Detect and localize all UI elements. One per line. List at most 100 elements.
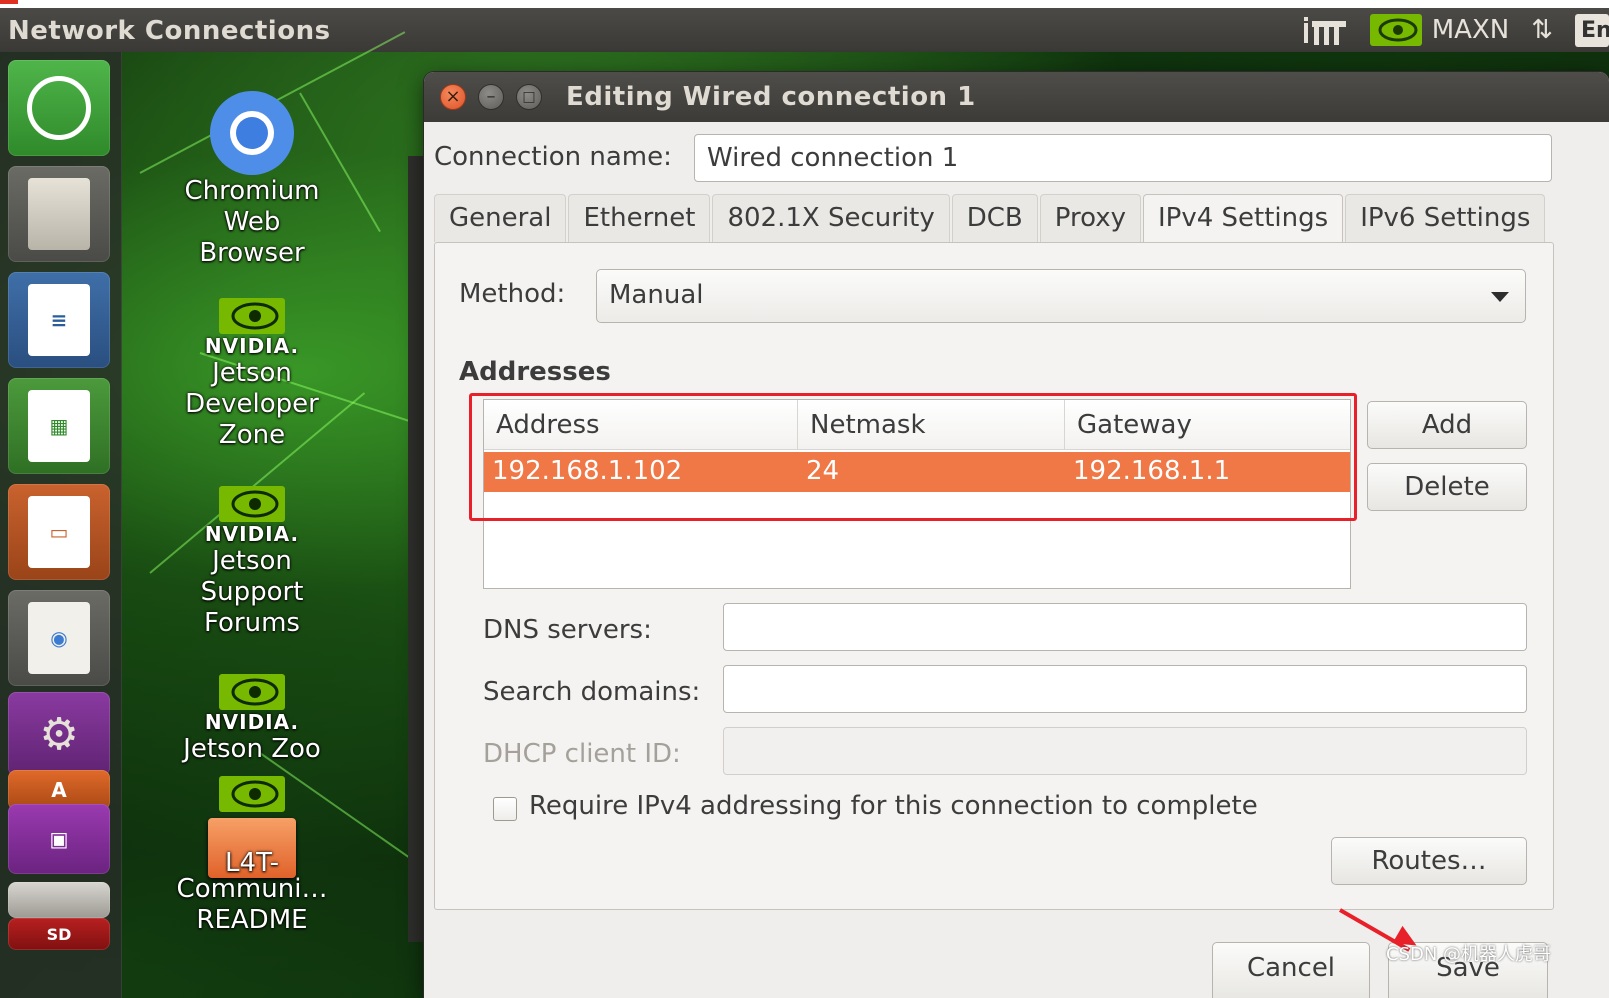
desktop-icon-label: Jetson: [212, 358, 292, 388]
cancel-button[interactable]: Cancel: [1212, 942, 1370, 998]
cell-netmask[interactable]: 24: [798, 452, 1065, 492]
column-header-netmask[interactable]: Netmask: [798, 400, 1065, 450]
calc-button[interactable]: ▦: [8, 378, 110, 474]
calc-spreadsheet-icon: ▦: [28, 390, 90, 462]
method-label: Method:: [459, 279, 566, 309]
desktop-icon-community-readme[interactable]: L4T- Communi… README: [152, 776, 352, 936]
chevron-down-icon: [1491, 292, 1509, 302]
connection-name-input[interactable]: Wired connection 1: [694, 134, 1552, 182]
sd-card-icon: SD: [46, 924, 72, 944]
dash-home-button[interactable]: [8, 60, 110, 156]
desktop-icon-chromium[interactable]: Chromium Web Browser: [152, 90, 352, 269]
panel-indicators: MAXN ⇅ En: [1302, 8, 1609, 52]
desktop-icon-label: Support: [200, 577, 304, 607]
updater-icon: A: [51, 778, 67, 802]
top-strip: [0, 0, 1609, 8]
delete-button[interactable]: Delete: [1367, 463, 1527, 511]
minimize-button[interactable]: –: [478, 84, 504, 110]
method-value: Manual: [609, 280, 704, 310]
shopping-bag-icon: ◉: [28, 602, 90, 674]
desktop-icon-overlay-text: L4T-: [225, 848, 279, 878]
keyboard-layout-indicator[interactable]: En: [1575, 13, 1609, 47]
dhcp-client-id-label: DHCP client ID:: [483, 739, 681, 769]
tab-dcb[interactable]: DCB: [951, 194, 1038, 242]
settings-button[interactable]: ⚙: [8, 692, 110, 776]
nvidia-eye-icon: [219, 674, 285, 710]
desktop-icon-label: Developer: [185, 389, 319, 419]
dns-servers-input[interactable]: [723, 603, 1527, 651]
desktop-icon-jetson-developer-zone[interactable]: NVIDIA. Jetson Developer Zone: [152, 298, 352, 451]
jetson-stats-icon[interactable]: [1302, 13, 1348, 47]
desktop-icon-label: Web: [223, 207, 281, 237]
writer-button[interactable]: ≡: [8, 272, 110, 368]
maximize-button[interactable]: □: [516, 84, 542, 110]
folder-overlay: L4T-: [152, 812, 352, 882]
ipv4-settings-pane: Method: Manual Addresses Address Netmask…: [434, 242, 1554, 910]
nvidia-eye-icon: [219, 486, 285, 522]
desktop-icon-label: Forums: [204, 608, 300, 638]
nvidia-wordmark: NVIDIA.: [204, 334, 300, 358]
impress-slide-icon: ▭: [28, 496, 90, 568]
launcher: ≡ ▦ ▭ ◉ ⚙ A ▣ SD: [0, 52, 122, 998]
table-header: Address Netmask Gateway: [484, 400, 1350, 450]
desktop-icon-jetson-zoo[interactable]: NVIDIA. Jetson Zoo: [152, 674, 352, 765]
desktop-icon-label: Jetson Zoo: [183, 734, 321, 764]
method-dropdown[interactable]: Manual: [596, 269, 1526, 323]
table-row[interactable]: 192.168.1.102 24 192.168.1.1: [484, 452, 1350, 492]
dns-servers-label: DNS servers:: [483, 615, 652, 645]
nvidia-wordmark: NVIDIA.: [204, 522, 300, 546]
tab-general[interactable]: General: [434, 194, 567, 242]
panel-window-title: Network Connections: [8, 16, 331, 46]
nvidia-power-mode[interactable]: MAXN: [1369, 14, 1509, 46]
cell-address[interactable]: 192.168.1.102: [484, 452, 798, 492]
cell-gateway[interactable]: 192.168.1.1: [1065, 452, 1350, 492]
tab-ipv4-settings[interactable]: IPv4 Settings: [1143, 194, 1344, 244]
desktop-icon-label: Browser: [199, 238, 305, 268]
edit-connection-dialog: × – □ Editing Wired connection 1 Connect…: [424, 72, 1609, 998]
monitors-icon: ▣: [49, 827, 69, 851]
top-panel: Network Connections MAXN ⇅ En: [0, 8, 1609, 52]
nvidia-eye-icon: [219, 776, 285, 812]
addresses-heading: Addresses: [459, 357, 611, 387]
remote-desktop-button[interactable]: ▣: [8, 804, 110, 874]
desktop-icon-label: Jetson: [212, 546, 292, 576]
search-domains-input[interactable]: [723, 665, 1527, 713]
drive-icon: [28, 885, 90, 915]
desktop-icon-label: Zone: [218, 420, 286, 450]
sd-card-button[interactable]: SD: [8, 918, 110, 950]
watermark: CSDN @机器人虎哥: [1386, 944, 1552, 965]
routes-button[interactable]: Routes…: [1331, 837, 1527, 885]
dialog-titlebar: × – □ Editing Wired connection 1: [424, 72, 1609, 122]
software-button[interactable]: ◉: [8, 590, 110, 686]
column-header-gateway[interactable]: Gateway: [1065, 400, 1350, 450]
search-domains-label: Search domains:: [483, 677, 701, 707]
require-ipv4-checkbox[interactable]: [493, 797, 517, 821]
desktop-icon-label: README: [196, 905, 308, 935]
nvidia-eye-icon: [219, 298, 285, 334]
tab-ipv6-settings[interactable]: IPv6 Settings: [1345, 194, 1546, 242]
files-button[interactable]: [8, 166, 110, 262]
impress-button[interactable]: ▭: [8, 484, 110, 580]
settings-tabs: General Ethernet 802.1X Security DCB Pro…: [434, 194, 1547, 244]
file-cabinet-icon: [28, 178, 90, 250]
tab-8021x-security[interactable]: 802.1X Security: [712, 194, 950, 242]
dialog-title: Editing Wired connection 1: [566, 82, 976, 112]
nvidia-wordmark: NVIDIA.: [204, 710, 300, 734]
tab-proxy[interactable]: Proxy: [1039, 194, 1141, 242]
column-header-address[interactable]: Address: [484, 400, 798, 450]
add-button[interactable]: Add: [1367, 401, 1527, 449]
tab-ethernet[interactable]: Ethernet: [568, 194, 711, 242]
addresses-table[interactable]: Address Netmask Gateway 192.168.1.102 24…: [483, 399, 1351, 589]
nvidia-eye-icon: [1369, 14, 1422, 46]
gear-icon: ⚙: [39, 708, 79, 760]
desktop-icon-jetson-support-forums[interactable]: NVIDIA. Jetson Support Forums: [152, 486, 352, 639]
drive-button[interactable]: [8, 882, 110, 918]
writer-document-icon: ≡: [28, 284, 90, 356]
ubuntu-logo-icon: [27, 76, 91, 140]
require-ipv4-label[interactable]: Require IPv4 addressing for this connect…: [529, 791, 1258, 821]
close-button[interactable]: ×: [440, 84, 466, 110]
network-updown-icon[interactable]: ⇅: [1531, 15, 1553, 45]
top-strip-marker: [0, 0, 18, 4]
chromium-icon: [210, 91, 294, 175]
desktop-icon-label: Chromium: [184, 176, 320, 206]
